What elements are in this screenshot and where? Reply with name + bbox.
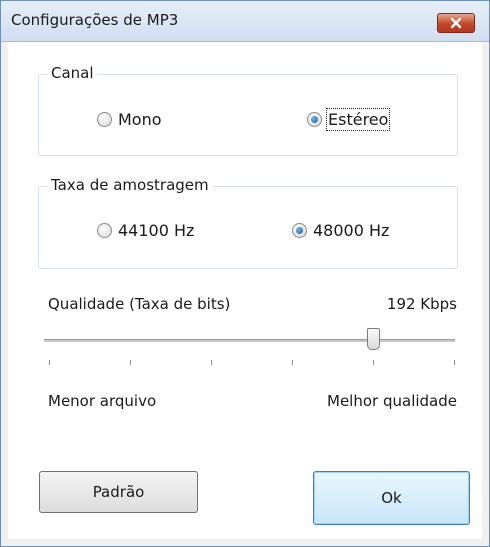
radio-48000[interactable]: 48000 Hz [292,221,389,240]
radio-estereo-label: Estéreo [325,108,391,131]
radio-mono-indicator [97,112,112,127]
mp3-settings-dialog: Configurações de MP3 Canal Mono Estéreo … [0,0,490,547]
radio-48000-label: 48000 Hz [313,221,390,240]
slider-tick [454,360,455,365]
close-icon [450,14,462,33]
slider-tick [292,360,293,365]
taxa-amostragem-group: Taxa de amostragem 44100 Hz 48000 Hz [38,176,458,269]
radio-44100-label: 44100 Hz [118,221,195,240]
qualidade-label: Qualidade (Taxa de bits) [48,295,231,313]
radio-44100[interactable]: 44100 Hz [97,221,194,240]
padrao-button[interactable]: Padrão [39,471,198,513]
canal-group: Canal Mono Estéreo [38,64,458,156]
quality-slider-track[interactable] [44,339,455,343]
min-quality-label: Menor arquivo [48,392,157,410]
radio-44100-indicator [97,223,112,238]
slider-tick [130,360,131,365]
radio-estereo-indicator [307,112,322,127]
padrao-button-label: Padrão [92,483,145,501]
canal-group-label: Canal [47,64,98,82]
radio-48000-indicator [292,223,307,238]
radio-estereo[interactable]: Estéreo [307,108,391,131]
title-bar[interactable]: Configurações de MP3 [1,1,489,42]
bitrate-value: 192 Kbps [386,295,457,313]
radio-mono-label: Mono [118,110,162,129]
taxa-amostragem-group-label: Taxa de amostragem [47,176,213,194]
quality-slider-thumb[interactable] [367,328,380,350]
radio-mono[interactable]: Mono [97,110,162,129]
ok-button-label: Ok [381,489,402,507]
window-title: Configurações de MP3 [11,11,179,29]
dialog-body: Canal Mono Estéreo Taxa de amostragem 44… [8,42,482,539]
max-quality-label: Melhor qualidade [327,392,457,410]
close-button[interactable] [437,13,475,33]
ok-button[interactable]: Ok [313,471,470,525]
slider-tick [211,360,212,365]
slider-tick [49,360,50,365]
slider-tick [373,360,374,365]
